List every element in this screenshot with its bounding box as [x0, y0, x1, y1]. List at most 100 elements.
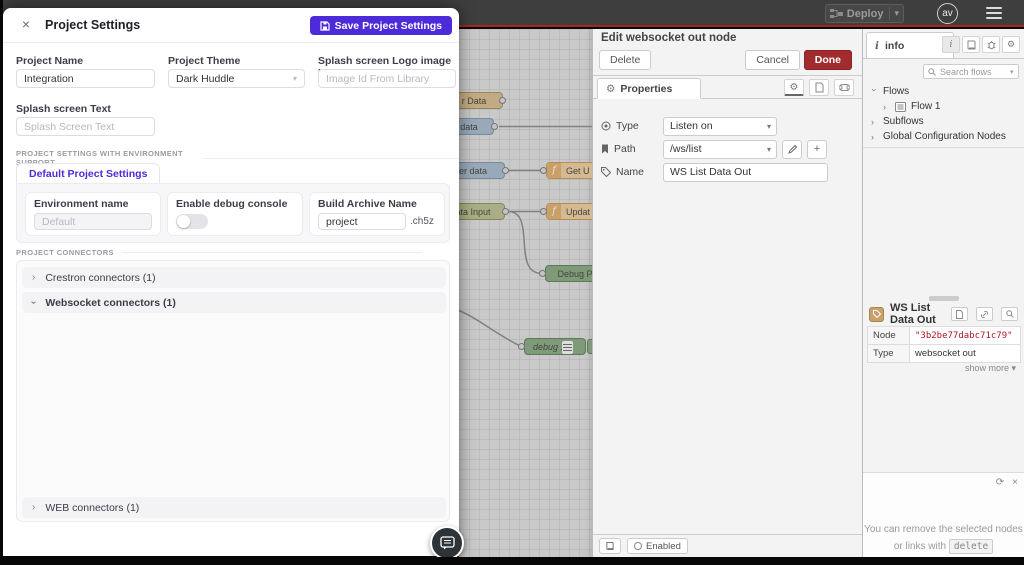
debug-console-toggle[interactable]: [176, 214, 208, 229]
chevron-down-icon: ▾: [1010, 68, 1014, 76]
chat-icon: [440, 536, 455, 550]
flow-node-debug[interactable]: Debug P: [545, 265, 592, 282]
user-avatar[interactable]: av: [937, 3, 958, 24]
description-tab-icon[interactable]: [809, 79, 829, 96]
connectors-section-label: PROJECT CONNECTORS: [16, 248, 422, 257]
node-search-button[interactable]: [1001, 307, 1018, 321]
chevron-down-icon: ▾: [767, 122, 771, 131]
panel-resize-handle[interactable]: [929, 296, 959, 301]
document-icon: [956, 310, 963, 319]
flow-node-data-input[interactable]: ata Input: [459, 203, 505, 220]
chevron-right-icon: ›: [883, 102, 890, 112]
flow-node-data[interactable]: r Data: [459, 92, 503, 109]
tree-item-flow1[interactable]: › Flow 1: [863, 99, 1024, 114]
debug-tab-icon[interactable]: [982, 36, 1000, 53]
flow-node-function[interactable]: fUpdat: [546, 203, 592, 220]
splash-logo-input[interactable]: [318, 69, 456, 88]
delete-key-badge: delete: [949, 539, 993, 554]
help-tab-icon[interactable]: [962, 36, 980, 53]
cancel-button[interactable]: Cancel: [745, 50, 800, 70]
appearance-icon: [839, 83, 850, 92]
flows-tree: › Flows › Flow 1 › Subflows › Global Con…: [863, 84, 1024, 144]
project-theme-label: Project Theme: [168, 55, 240, 67]
tab-info[interactable]: i info: [866, 32, 954, 59]
tab-properties[interactable]: ⚙ Properties: [597, 78, 701, 99]
flow-icon: [895, 102, 906, 112]
build-archive-input[interactable]: [318, 213, 406, 230]
name-field-row: Name: [601, 162, 854, 182]
deploy-caret-icon[interactable]: ▾: [894, 8, 899, 19]
info-tab-icon[interactable]: i: [942, 36, 960, 53]
node-enabled-toggle[interactable]: Enabled: [627, 538, 688, 554]
edit-path-button[interactable]: [782, 140, 802, 159]
type-select[interactable]: Listen on▾: [663, 117, 777, 136]
bookmark-icon: [601, 144, 609, 154]
close-icon[interactable]: ×: [19, 17, 33, 31]
tree-item-subflows[interactable]: › Subflows: [863, 114, 1024, 129]
delete-node-button[interactable]: Delete: [599, 50, 651, 70]
node-port[interactable]: [539, 270, 546, 277]
node-name-input[interactable]: [663, 163, 828, 182]
show-more-link[interactable]: show more ▾: [965, 363, 1016, 374]
debug-enable-toggle[interactable]: [587, 339, 592, 354]
pencil-icon: [788, 145, 797, 154]
chat-fab-button[interactable]: [430, 526, 464, 560]
project-settings-modal: × Project Settings Save Project Settings…: [3, 8, 459, 556]
refresh-tip-icon[interactable]: ⟳: [996, 477, 1004, 488]
search-icon: [1006, 310, 1014, 318]
node-port[interactable]: [518, 343, 525, 350]
search-icon: [928, 68, 936, 76]
splash-text-input[interactable]: [16, 117, 155, 136]
add-path-button[interactable]: +: [807, 140, 827, 159]
node-id-value: "3b2be77dabc71c79": [915, 331, 1013, 341]
node-port[interactable]: [502, 208, 509, 215]
archive-suffix: .ch5z: [410, 216, 434, 227]
project-theme-select[interactable]: Dark Huddle▾: [168, 69, 305, 88]
crestron-connectors-row[interactable]: › Crestron connectors (1): [22, 267, 446, 288]
flow-node-data[interactable]: t data: [459, 118, 494, 135]
info-sidebar: i info i ⚙ ▾ › Flows ›: [862, 29, 1024, 557]
node-port[interactable]: [502, 167, 509, 174]
search-flows-box[interactable]: ▾: [923, 64, 1019, 79]
node-help-button[interactable]: [599, 538, 621, 554]
tree-item-global-config[interactable]: › Global Configuration Nodes: [863, 129, 1024, 144]
environment-name-input[interactable]: [34, 213, 152, 230]
close-tip-icon[interactable]: ×: [1012, 477, 1018, 488]
save-icon: [320, 21, 330, 31]
path-select[interactable]: /ws/list▾: [663, 140, 777, 159]
node-docs-button[interactable]: [951, 307, 968, 321]
gear-icon: ⚙: [1007, 39, 1015, 50]
build-archive-label: Build Archive Name: [318, 198, 436, 210]
node-type-value: websocket out: [910, 345, 1021, 363]
properties-tab-icon[interactable]: ⚙: [784, 79, 804, 96]
deploy-button[interactable]: Deploy ▾: [825, 4, 904, 23]
flow-canvas[interactable]: r Data t data er data fGet U ata Input f…: [459, 29, 592, 557]
flow-node-debug1[interactable]: debug 1: [524, 338, 586, 355]
node-port[interactable]: [540, 167, 547, 174]
node-id-label: Node: [868, 327, 910, 345]
screen-bottom-bar: [0, 557, 1024, 565]
config-tab-icon[interactable]: ⚙: [1002, 36, 1020, 53]
chevron-right-icon: ›: [32, 502, 35, 513]
done-button[interactable]: Done: [804, 50, 852, 70]
project-name-input[interactable]: [16, 69, 155, 88]
node-port[interactable]: [540, 208, 547, 215]
appearance-tab-icon[interactable]: [834, 79, 854, 96]
tab-default-project-settings[interactable]: Default Project Settings: [16, 163, 160, 183]
node-link-button[interactable]: [976, 307, 993, 321]
flow-node-data[interactable]: er data: [459, 162, 505, 179]
node-port[interactable]: [491, 123, 498, 130]
save-project-settings-button[interactable]: Save Project Settings: [310, 16, 452, 35]
environment-name-card: Environment name: [25, 192, 161, 236]
chevron-down-icon: ▾: [767, 145, 771, 154]
search-flows-input[interactable]: [940, 67, 1006, 77]
node-port[interactable]: [499, 97, 506, 104]
websocket-connectors-row[interactable]: › Websocket connectors (1): [22, 292, 446, 313]
build-archive-card: Build Archive Name .ch5z: [309, 192, 445, 236]
chevron-down-icon: ›: [870, 88, 880, 95]
node-info-header: WS List Data Out: [863, 303, 1024, 325]
flow-node-function[interactable]: fGet U: [546, 162, 592, 179]
tree-item-flows[interactable]: › Flows: [863, 84, 1024, 99]
web-connectors-row[interactable]: › WEB connectors (1): [22, 497, 446, 518]
main-menu-icon[interactable]: [986, 7, 1002, 19]
